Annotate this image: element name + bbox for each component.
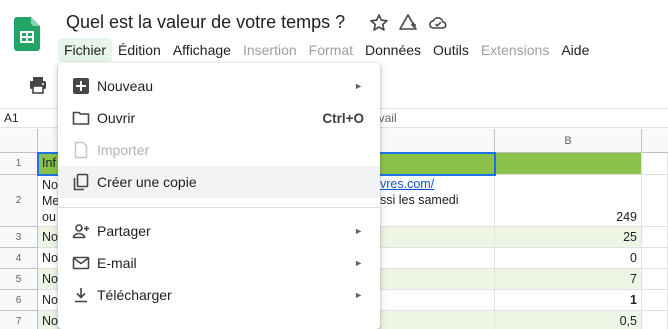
submenu-arrow-icon: ► [354, 290, 363, 300]
menu-item-ouvrir[interactable]: Ouvrir Ctrl+O [58, 102, 380, 134]
cell-b4[interactable]: 0 [495, 248, 642, 269]
menu-edition[interactable]: Édition [112, 38, 167, 62]
google-sheets-logo[interactable] [14, 17, 40, 51]
cell-c4[interactable] [642, 248, 668, 269]
menu-item-creer-une-copie[interactable]: Créer une copie [58, 166, 380, 198]
submenu-arrow-icon: ► [354, 81, 363, 91]
select-all-corner[interactable] [0, 129, 38, 153]
cell-b7[interactable]: 0,5 [495, 311, 642, 329]
row-header[interactable]: 3 [0, 227, 38, 248]
menu-item-partager[interactable]: Partager ► [58, 215, 380, 247]
row-header[interactable]: 5 [0, 269, 38, 290]
folder-icon [72, 111, 90, 125]
cell-c5[interactable] [642, 269, 668, 290]
cell-c7[interactable] [642, 311, 668, 329]
share-person-icon [72, 224, 89, 239]
column-header-b[interactable]: B [495, 129, 642, 153]
cell-b5[interactable]: 7 [495, 269, 642, 290]
menu-item-label: E-mail [97, 255, 137, 271]
menu-fichier[interactable]: Fichier [58, 38, 113, 62]
submenu-arrow-icon: ► [354, 226, 363, 236]
email-icon [72, 256, 90, 270]
import-file-icon [74, 141, 88, 159]
row-header[interactable]: 7 [0, 311, 38, 329]
cell-b3[interactable]: 25 [495, 227, 642, 248]
app-header: Quel est la valeur de votre temps ? Fich… [0, 0, 668, 64]
cell-c2[interactable] [642, 175, 668, 227]
cell-b1[interactable] [495, 153, 642, 175]
name-box[interactable]: A1 [4, 111, 19, 125]
menu-extensions[interactable]: Extensions [475, 38, 555, 62]
menu-item-importer[interactable]: Importer [58, 134, 380, 166]
cell-c1[interactable] [642, 153, 668, 175]
menu-affichage[interactable]: Affichage [167, 38, 237, 62]
column-header-c[interactable] [642, 129, 668, 153]
cell-b2[interactable]: 249 [495, 175, 642, 227]
menu-aide[interactable]: Aide [555, 38, 595, 62]
star-icon[interactable] [369, 13, 389, 33]
menu-item-e-mail[interactable]: E-mail ► [58, 247, 380, 279]
menu-item-label: Ouvrir [97, 110, 136, 126]
cell-a2-link[interactable]: vres.com/ [380, 177, 434, 191]
new-spreadsheet-icon [73, 78, 89, 94]
row-header[interactable]: 2 [0, 175, 38, 227]
cell-c3[interactable] [642, 227, 668, 248]
menu-item-label: Partager [97, 223, 151, 239]
copy-icon [73, 173, 89, 191]
menu-insertion[interactable]: Insertion [237, 38, 303, 62]
menu-item-telecharger[interactable]: Télécharger ► [58, 279, 380, 311]
keyboard-shortcut: Ctrl+O [322, 110, 364, 126]
print-icon[interactable] [29, 76, 47, 94]
row-header[interactable]: 4 [0, 248, 38, 269]
menu-bar: Fichier Édition Affichage Insertion Form… [58, 38, 595, 62]
menu-outils[interactable]: Outils [427, 38, 475, 62]
menu-format[interactable]: Format [303, 38, 359, 62]
cell-a2-text: ssi les samedi [380, 193, 459, 207]
menu-item-label: Créer une copie [97, 174, 197, 190]
cell-c6[interactable] [642, 290, 668, 311]
menu-item-label: Télécharger [97, 287, 172, 303]
row-header[interactable]: 6 [0, 290, 38, 311]
download-icon [75, 288, 87, 303]
menu-separator [58, 207, 380, 208]
cell-b6[interactable]: 1 [495, 290, 642, 311]
document-title[interactable]: Quel est la valeur de votre temps ? [66, 12, 345, 33]
menu-donnees[interactable]: Données [359, 38, 427, 62]
row-header[interactable]: 1 [0, 153, 38, 175]
submenu-arrow-icon: ► [354, 258, 363, 268]
cloud-status-icon[interactable] [428, 13, 448, 33]
menu-item-nouveau[interactable]: Nouveau ► [58, 70, 380, 102]
file-menu-dropdown: Nouveau ► Ouvrir Ctrl+O Importer Créer u… [58, 63, 380, 329]
menu-item-label: Nouveau [97, 78, 154, 94]
menu-item-label: Importer [97, 142, 150, 158]
move-to-folder-icon[interactable] [398, 13, 418, 33]
